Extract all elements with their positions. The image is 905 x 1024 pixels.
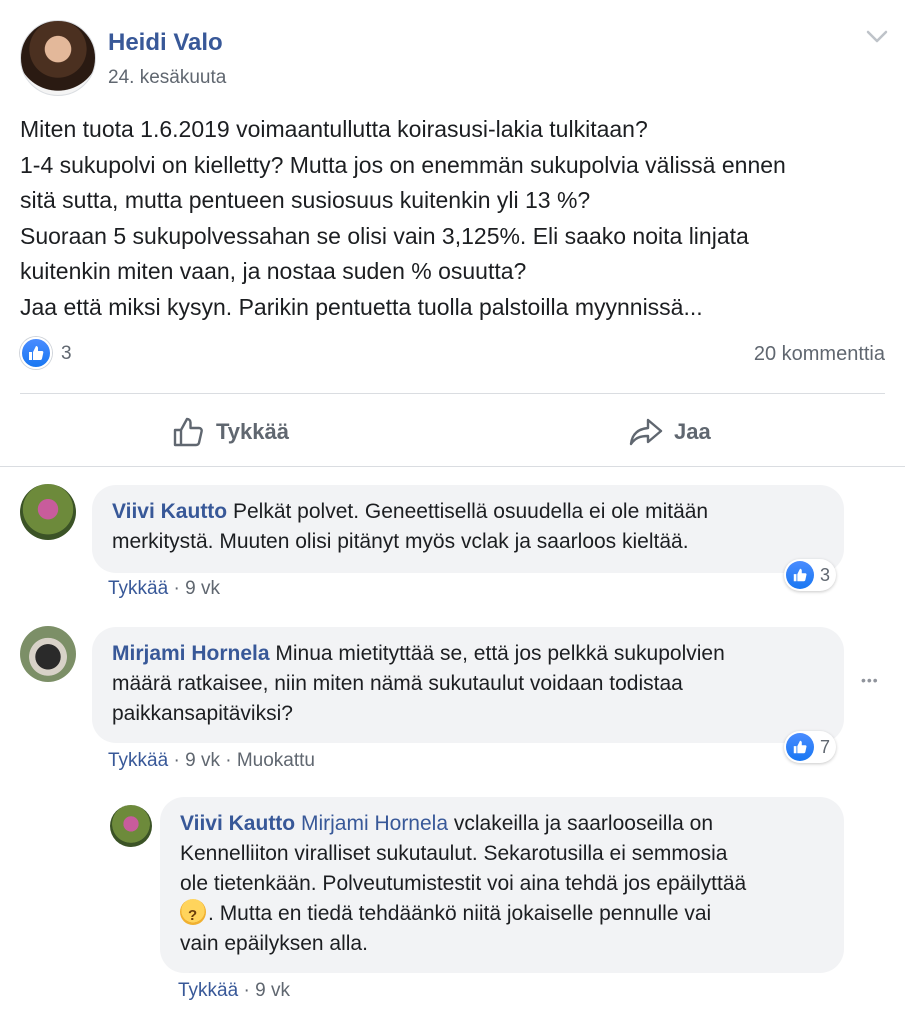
comment-reaction-count: 3	[820, 564, 831, 585]
commenter-avatar[interactable]	[20, 484, 76, 540]
post-text-line: Jaa että miksi kysyn. Parikin pentuetta …	[20, 293, 703, 320]
post-text: Miten tuota 1.6.2019 voimaantullutta koi…	[20, 112, 890, 325]
like-button[interactable]: Tykkää	[172, 406, 289, 458]
author-name[interactable]: Heidi Valo	[108, 29, 223, 57]
comment-like-link[interactable]: Tykkää	[108, 578, 168, 599]
comment-line: . Mutta en tiedä tehdäänkö niitä jokaise…	[180, 899, 824, 931]
emoji-suffix: .	[208, 902, 214, 925]
commenter-avatar[interactable]	[110, 805, 152, 847]
comment-text: paikkansapitäviksi?	[112, 702, 293, 725]
comment-line: Viivi Kautto Pelkät polvet. Geneettisell…	[112, 497, 824, 527]
comment-text: Kennelliiton viralliset sukutaulut. Seka…	[180, 842, 728, 865]
comment-meta: Tykkää · 9 vk · Muokattu	[108, 750, 315, 771]
comment-text: Minua mietityttää se, että jos pelkkä su…	[275, 642, 725, 665]
like-icon	[786, 733, 814, 761]
thumbs-up-outline-icon	[173, 417, 203, 447]
chevron-down-icon[interactable]	[864, 26, 890, 46]
commenter-name[interactable]: Viivi Kautto	[180, 812, 295, 835]
comment-meta: Tykkää · 9 vk	[178, 980, 290, 1001]
post-text-line: Suoraan 5 sukupolvessahan se olisi vain …	[20, 222, 749, 249]
comment-line: Viivi Kautto Mirjami Hornela vclakeilla …	[180, 809, 824, 839]
share-button[interactable]: Jaa	[628, 406, 711, 458]
comment-text: vain epäilyksen alla.	[180, 932, 368, 955]
comment: Viivi Kautto Pelkät polvet. Geneettisell…	[0, 480, 905, 610]
comment-text: merkitystä. Muuten olisi pitänyt myös vc…	[112, 530, 689, 553]
comment-text: Mutta en tiedä tehdäänkö niitä jokaisell…	[219, 902, 712, 925]
reactions-summary: 3 20 kommenttia	[20, 337, 885, 373]
post-date[interactable]: 24. kesäkuuta	[108, 67, 226, 89]
comment: Mirjami Hornela Minua mietityttää se, et…	[0, 622, 905, 782]
comment-text: määrä ratkaisee, niin miten nämä sukutau…	[112, 672, 683, 695]
comment-time[interactable]: 9 vk	[255, 980, 290, 1001]
comment-reaction-pill[interactable]: 7	[784, 731, 837, 763]
comment-bubble: Viivi Kautto Mirjami Hornela vclakeilla …	[160, 797, 844, 973]
commenter-avatar[interactable]	[20, 626, 76, 682]
edited-label[interactable]: Muokattu	[237, 750, 315, 771]
comment-reaction-count: 7	[820, 736, 831, 757]
share-arrow-icon	[629, 418, 663, 446]
commenter-name[interactable]: Viivi Kautto	[112, 500, 227, 523]
comment-count-link[interactable]: 20 kommenttia	[754, 343, 885, 366]
post-text-line: sitä sutta, mutta pentueen susiosuus kui…	[20, 187, 591, 213]
mention-link[interactable]: Mirjami Hornela	[301, 812, 448, 835]
post-text-line: Miten tuota 1.6.2019 voimaantullutta koi…	[20, 116, 648, 142]
reaction-count[interactable]: 3	[61, 343, 72, 365]
post-text-line: 1-4 sukupolvi on kielletty? Mutta jos on…	[20, 151, 786, 178]
comment-bubble: Viivi Kautto Pelkät polvet. Geneettisell…	[92, 485, 844, 573]
post-header: Heidi Valo 24. kesäkuuta	[20, 20, 890, 96]
like-icon[interactable]	[20, 337, 52, 369]
post-text-line: kuitenkin miten vaan, ja nostaa suden % …	[20, 258, 527, 284]
share-button-label: Jaa	[674, 419, 711, 444]
author-avatar[interactable]	[20, 20, 96, 96]
comment-text: vclakeilla ja saarlooseilla on	[453, 812, 713, 835]
like-button-label: Tykkää	[216, 419, 289, 444]
comment-time[interactable]: 9 vk	[185, 578, 220, 599]
comment-text: Pelkät polvet. Geneettisellä osuudella e…	[232, 500, 709, 523]
reply: Viivi Kautto Mirjami Hornela vclakeilla …	[0, 795, 905, 1015]
comment-bubble: Mirjami Hornela Minua mietityttää se, et…	[92, 627, 844, 743]
thinking-face-icon	[180, 899, 206, 931]
comment-like-link[interactable]: Tykkää	[178, 980, 238, 1001]
commenter-name[interactable]: Mirjami Hornela	[112, 642, 270, 665]
divider	[0, 466, 905, 467]
more-options-icon[interactable]: •••	[861, 672, 879, 688]
comment-reaction-pill[interactable]: 3	[784, 559, 837, 591]
divider	[20, 393, 885, 394]
comment-line: Mirjami Hornela Minua mietityttää se, et…	[112, 639, 824, 669]
like-icon	[786, 561, 814, 589]
comment-like-link[interactable]: Tykkää	[108, 750, 168, 771]
comment-time[interactable]: 9 vk	[185, 750, 220, 771]
comment-text: ole tietenkään. Polveutumistestit voi ai…	[180, 872, 747, 895]
comment-meta: Tykkää · 9 vk	[108, 578, 220, 599]
